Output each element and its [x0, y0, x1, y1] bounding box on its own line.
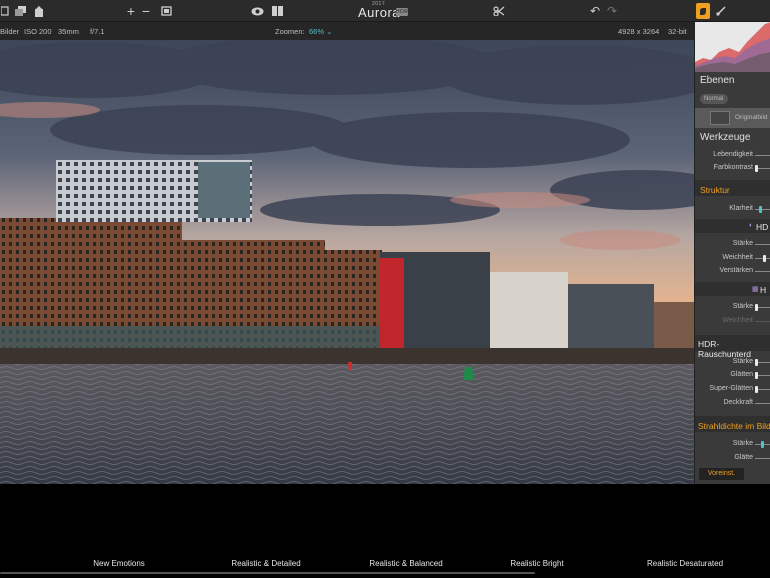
slider-label: Weichheit	[722, 254, 753, 261]
slider-handle[interactable]	[755, 386, 758, 393]
section-h2[interactable]	[695, 282, 770, 296]
redo-icon[interactable]: ↷	[606, 3, 618, 19]
slider-label: Deckkraft	[723, 399, 753, 406]
preset-new-emotions[interactable]: New Emotions	[93, 559, 145, 568]
slider-h2-weichheit[interactable]: Weichheit	[695, 315, 770, 327]
app-logo: 2017 Aurora HDR	[358, 1, 410, 20]
fit-icon[interactable]	[159, 3, 173, 19]
paint-icon[interactable]	[696, 3, 710, 19]
zoom-in-icon[interactable]: +	[124, 3, 138, 19]
hdr-title[interactable]: HD	[756, 222, 770, 232]
image-info-bar: Bilder ISO 200 35mm f/7.1 Zoomen: 66% ⌄ …	[0, 22, 694, 40]
preview-eye-icon[interactable]	[250, 3, 264, 19]
slider-noise-staerke[interactable]: Stärke	[695, 356, 770, 368]
import-icon[interactable]	[0, 3, 10, 19]
bit-depth: 32-bit	[668, 27, 687, 36]
slider-noise-super-glaetten[interactable]: Super-Glätten	[695, 383, 770, 395]
zoom-label: Zoomen:	[275, 27, 305, 36]
slider-handle[interactable]	[755, 359, 758, 366]
layer-thumbnail	[710, 111, 730, 125]
slider-label: Lebendigkeit	[713, 151, 753, 158]
slider-handle[interactable]	[761, 441, 764, 448]
slider-handle[interactable]	[759, 206, 762, 213]
slider-handle[interactable]	[755, 165, 758, 172]
image-dimensions: 4928 x 3264	[618, 27, 660, 36]
crop-tools-icon[interactable]	[492, 3, 506, 19]
slider-label: Klarheit	[729, 205, 753, 212]
struktur-title[interactable]: Struktur	[695, 185, 770, 195]
photo-canvas[interactable]	[0, 40, 694, 484]
tools-title: Werkzeuge	[700, 132, 751, 143]
slider-label: Stärke	[732, 240, 753, 247]
slider-label: Stärke	[732, 440, 753, 447]
slider-track[interactable]	[755, 244, 770, 245]
undo-icon[interactable]: ↶	[589, 3, 601, 19]
slider-track[interactable]	[755, 403, 770, 404]
slider-handle[interactable]	[755, 372, 758, 379]
layers-title: Ebenen	[700, 75, 735, 86]
presets-button[interactable]: Voreinst.	[699, 468, 744, 480]
presets-scrollbar[interactable]	[0, 572, 535, 574]
zoom-dropdown[interactable]: 66% ⌄	[309, 27, 332, 36]
slider-lebendigkeit[interactable]: Lebendigkeit	[695, 149, 770, 161]
preset-realistic-bright[interactable]: Realistic Bright	[510, 559, 563, 568]
slider-h2-staerke[interactable]: Stärke	[695, 301, 770, 313]
slider-farbkontrast[interactable]: Farbkontrast	[695, 162, 770, 174]
export-icon[interactable]	[33, 3, 45, 19]
preset-realistic-detailed[interactable]: Realistic & Detailed	[231, 559, 300, 568]
slider-track[interactable]	[755, 321, 770, 322]
histogram	[695, 22, 770, 72]
slider-noise-glaetten[interactable]: Glätten	[695, 369, 770, 381]
slider-handle[interactable]	[763, 255, 766, 262]
top-toolbar: + − 2017 Aurora HDR ↶ ↷	[0, 0, 770, 22]
slider-track[interactable]	[755, 271, 770, 272]
slider-hdr-verstaerken[interactable]: Verstärken	[695, 265, 770, 277]
h2-title[interactable]: H	[760, 285, 770, 295]
slider-label: Farbkontrast	[713, 164, 753, 171]
zoom-out-icon[interactable]: −	[140, 3, 152, 19]
density-title[interactable]: Strahldichte im Bild	[695, 421, 770, 431]
slider-label: Stärke	[732, 303, 753, 310]
focal-length: 35mm	[58, 27, 79, 36]
slider-klarheit[interactable]: Klarheit	[695, 203, 770, 215]
iso-value: ISO 200	[24, 27, 52, 36]
slider-label: Super-Glätten	[709, 385, 753, 392]
slider-handle[interactable]	[755, 304, 758, 311]
images-label[interactable]: Bilder	[0, 27, 19, 36]
slider-track[interactable]	[755, 155, 770, 156]
presets-strip: New Emotions Realistic & Detailed Realis…	[0, 484, 770, 578]
preset-realistic-desaturated[interactable]: Realistic Desaturated	[647, 559, 723, 568]
slider-noise-deckkraft[interactable]: Deckkraft	[695, 397, 770, 409]
grid-icon: ▦	[752, 286, 759, 293]
brush-icon[interactable]	[714, 3, 728, 19]
slider-track[interactable]	[755, 458, 770, 459]
slider-hdr-weichheit[interactable]: Weichheit	[695, 252, 770, 264]
slider-label: Glätte	[734, 454, 753, 461]
slider-label: Verstärken	[719, 267, 753, 274]
aperture-value: f/7.1	[90, 27, 105, 36]
slider-track[interactable]	[755, 209, 770, 210]
compare-icon[interactable]	[271, 3, 283, 19]
layer-item-original[interactable]: Originalbild	[695, 108, 770, 128]
slider-label: Glätten	[730, 371, 753, 378]
preset-realistic-balanced[interactable]: Realistic & Balanced	[369, 559, 442, 568]
adjustments-panel: Ebenen Normal ⌄ Originalbild Werkzeuge L…	[694, 22, 770, 484]
slider-label: Stärke	[732, 358, 753, 365]
slider-label: Weichheit	[722, 317, 753, 324]
app-name: Aurora	[358, 5, 401, 20]
slider-density-glaette[interactable]: Glätte	[695, 452, 770, 464]
app-edition: HDR	[396, 8, 409, 16]
layer-name: Originalbild	[735, 114, 768, 121]
hdr-half-circle-icon: ◐	[749, 222, 754, 229]
layers-copy-icon[interactable]	[14, 3, 28, 19]
slider-hdr-staerke[interactable]: Stärke	[695, 238, 770, 250]
slider-density-staerke[interactable]: Stärke	[695, 438, 770, 450]
blend-mode-select[interactable]: Normal ⌄	[700, 94, 728, 112]
